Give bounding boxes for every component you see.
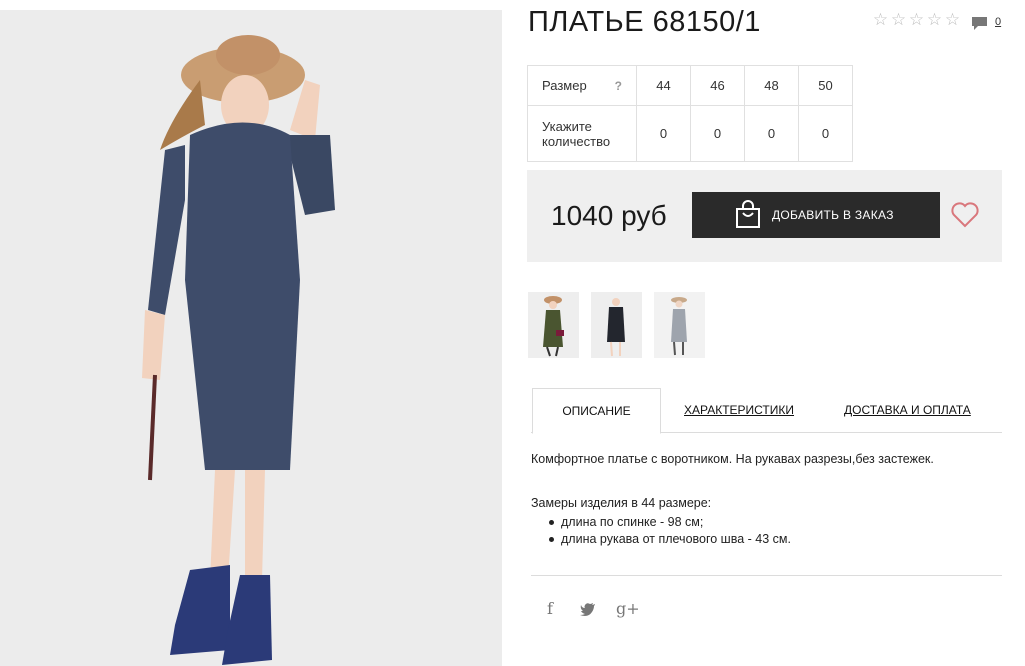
comments-count-link[interactable]: 0 bbox=[995, 16, 1001, 28]
thumbnail-olive-dress[interactable] bbox=[528, 292, 579, 358]
quantity-input[interactable]: 0 bbox=[798, 105, 853, 162]
quantity-input[interactable]: 0 bbox=[744, 105, 799, 162]
list-item: длина по спинке - 98 см; bbox=[531, 514, 1002, 531]
product-price: 1040 руб bbox=[551, 200, 667, 231]
purchase-panel: 1040 руб ДОБАВИТЬ В ЗАКАЗ bbox=[527, 170, 1002, 262]
twitter-icon[interactable] bbox=[578, 598, 598, 620]
star-outline-icon[interactable]: ☆ bbox=[926, 12, 943, 29]
quantity-label: Укажите количество bbox=[527, 105, 637, 162]
quantity-input[interactable]: 0 bbox=[636, 105, 691, 162]
measures-title: Замеры изделия в 44 размере: bbox=[531, 496, 712, 510]
size-option: 46 bbox=[690, 65, 745, 106]
star-outline-icon[interactable]: ☆ bbox=[872, 12, 889, 29]
size-option: 48 bbox=[744, 65, 799, 106]
size-help-icon[interactable]: ? bbox=[615, 79, 622, 93]
tab-characteristics[interactable]: ХАРАКТЕРИСТИКИ bbox=[684, 388, 794, 433]
product-measures: Замеры изделия в 44 размере: длина по сп… bbox=[531, 495, 1002, 548]
rating-stars[interactable]: ☆ ☆ ☆ ☆ ☆ bbox=[872, 12, 961, 29]
size-table: Размер ? 44 46 48 50 Укажите количество … bbox=[527, 65, 853, 162]
product-main-photo[interactable] bbox=[0, 10, 502, 666]
heart-icon[interactable] bbox=[951, 202, 979, 228]
googleplus-icon[interactable]: g+ bbox=[616, 598, 640, 620]
thumbnail-grey-dress[interactable] bbox=[654, 292, 705, 358]
product-title: ПЛАТЬЕ 68150/1 bbox=[528, 6, 761, 38]
star-outline-icon[interactable]: ☆ bbox=[944, 12, 961, 29]
tab-delivery-payment[interactable]: ДОСТАВКА И ОПЛАТА bbox=[844, 388, 971, 433]
list-item: длина рукава от плечового шва - 43 см. bbox=[531, 531, 1002, 548]
photo-thumbnails bbox=[528, 292, 705, 358]
star-outline-icon[interactable]: ☆ bbox=[908, 12, 925, 29]
size-option: 44 bbox=[636, 65, 691, 106]
size-label: Размер bbox=[542, 78, 587, 93]
size-option: 50 bbox=[798, 65, 853, 106]
product-description: Комфортное платье с воротником. На рукав… bbox=[531, 452, 934, 466]
star-outline-icon[interactable]: ☆ bbox=[890, 12, 907, 29]
quantity-input[interactable]: 0 bbox=[690, 105, 745, 162]
tab-description[interactable]: ОПИСАНИЕ bbox=[532, 388, 661, 434]
divider bbox=[531, 575, 1002, 576]
product-tabs: ОПИСАНИЕ ХАРАКТЕРИСТИКИ ДОСТАВКА И ОПЛАТ… bbox=[531, 388, 1002, 434]
shopping-bag-icon bbox=[734, 200, 762, 230]
add-to-order-label: ДОБАВИТЬ В ЗАКАЗ bbox=[772, 208, 894, 222]
social-share: f g+ bbox=[540, 598, 640, 620]
add-to-order-button[interactable]: ДОБАВИТЬ В ЗАКАЗ bbox=[692, 192, 940, 238]
speech-bubble-icon[interactable] bbox=[971, 16, 988, 31]
facebook-icon[interactable]: f bbox=[540, 598, 560, 620]
thumbnail-black-dress[interactable] bbox=[591, 292, 642, 358]
measures-list: длина по спинке - 98 см; длина рукава от… bbox=[531, 514, 1002, 548]
